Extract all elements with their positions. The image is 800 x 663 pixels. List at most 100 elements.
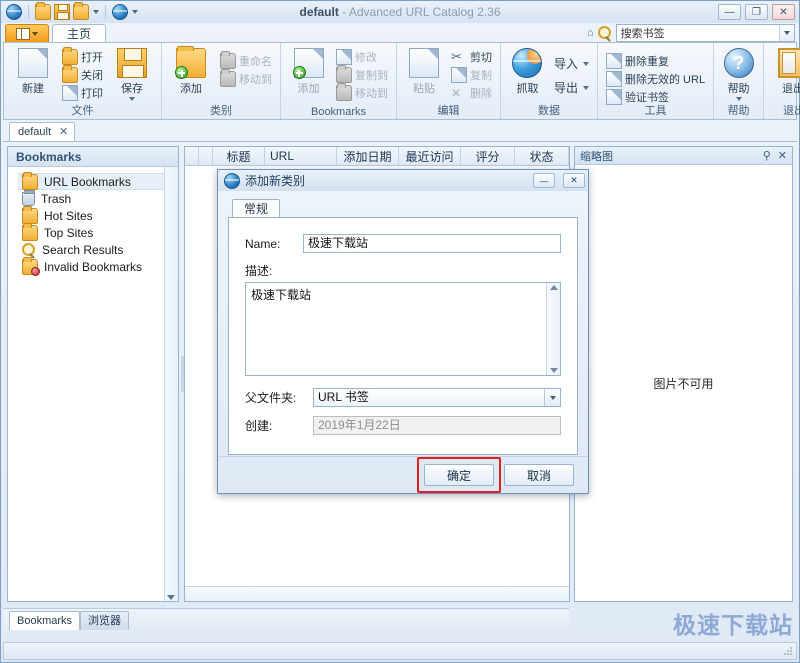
dialog-title: 添加新类别 — [245, 174, 306, 188]
parent-folder-dropdown-button[interactable] — [544, 389, 560, 406]
sidebar-item-url-bookmarks[interactable]: URL Bookmarks — [18, 171, 178, 190]
add-bookmark-button[interactable]: 添加 — [287, 46, 330, 96]
bookmarks-tree: URL Bookmarks Trash Hot Sites Top Sites … — [8, 167, 178, 276]
parent-folder-row: 父文件夹: URL 书签 — [245, 388, 561, 407]
add-category-label: 添加 — [180, 83, 202, 95]
close-button[interactable]: ✕ — [772, 4, 795, 20]
dialog-close-button[interactable]: ✕ — [563, 173, 585, 188]
list-column-headers: 标题 URL 添加日期 最近访问 评分 状态 — [185, 147, 569, 166]
bottom-tab-bookmarks[interactable]: Bookmarks — [9, 611, 81, 630]
copy-to-button[interactable]: 复制到 — [334, 64, 390, 83]
description-scrollbar[interactable] — [546, 283, 560, 375]
sidebar-item-label: Invalid Bookmarks — [44, 259, 143, 274]
globe-blue-icon[interactable] — [112, 4, 128, 20]
sidebar-item-invalid-bookmarks[interactable]: Invalid Bookmarks — [18, 256, 178, 276]
capture-label: 抓取 — [516, 83, 539, 95]
close-icon[interactable]: ✕ — [59, 123, 68, 141]
document-tab-default[interactable]: default ✕ — [9, 122, 76, 141]
window-title-app: - Advanced URL Catalog 2.36 — [338, 5, 501, 19]
rename-category-button[interactable]: 重命名 — [218, 50, 274, 69]
folder-icon — [22, 171, 38, 190]
remove-duplicates-button[interactable]: 删除重复 — [604, 52, 707, 69]
save-disk-icon[interactable] — [54, 4, 70, 20]
cut-button[interactable]: ✂ 剪切 — [449, 48, 494, 65]
name-input[interactable]: 极速下载站 — [303, 234, 561, 253]
bookmarks-panel-header: Bookmarks — [8, 147, 178, 167]
column-header-icon1[interactable] — [185, 147, 199, 165]
dialog-tab-general[interactable]: 常规 — [232, 199, 281, 218]
sidebar-item-hot-sites[interactable]: Hot Sites — [18, 205, 178, 224]
description-textarea[interactable]: 极速下载站 — [245, 282, 561, 376]
column-header-date-added[interactable]: 添加日期 — [337, 147, 399, 165]
pin-icon[interactable]: ⚲ — [763, 149, 771, 162]
close-icon[interactable]: ✕ — [778, 149, 787, 162]
minimize-button[interactable]: — — [718, 4, 741, 20]
sidebar-item-trash[interactable]: Trash — [18, 189, 178, 207]
print-button[interactable]: 打印 — [60, 84, 105, 101]
list-horizontal-scrollbar[interactable] — [185, 586, 569, 601]
copy-button[interactable]: 复制 — [449, 66, 494, 83]
remove-invalid-icon — [606, 70, 622, 87]
add-category-button[interactable]: 添加 — [168, 46, 214, 96]
application-menu-button[interactable] — [5, 24, 49, 43]
open-folder-icon[interactable] — [35, 2, 51, 20]
close-button-ribbon[interactable]: 关闭 — [60, 64, 105, 83]
key-icon[interactable] — [597, 26, 612, 40]
dialog-title-bar: 添加新类别 — ✕ — [218, 170, 588, 191]
new-button[interactable]: 新建 — [10, 46, 56, 96]
delete-button[interactable]: ✕ 删除 — [449, 84, 494, 101]
column-header-icon2[interactable] — [199, 147, 213, 165]
column-header-status[interactable]: 状态 — [515, 147, 569, 165]
bottom-tab-browser[interactable]: 浏览器 — [80, 611, 130, 630]
cancel-button[interactable]: 取消 — [504, 464, 574, 486]
parent-folder-select[interactable]: URL 书签 — [313, 388, 561, 407]
help-label: 帮助 — [727, 83, 750, 95]
chevron-down-icon — [583, 85, 589, 90]
bottom-tab-bar: Bookmarks 浏览器 — [3, 608, 569, 634]
chevron-down-icon[interactable] — [132, 10, 138, 14]
help-button[interactable]: ? 帮助 — [720, 46, 757, 101]
ribbon-group-edit-label: 编辑 — [437, 105, 460, 117]
ok-button[interactable]: 确定 — [424, 464, 494, 486]
move-bookmark-button[interactable]: 移动到 — [334, 82, 390, 101]
chevron-up-icon[interactable] — [549, 285, 558, 290]
copy-to-icon — [336, 64, 352, 83]
export-button[interactable]: 导出 — [552, 79, 591, 96]
sidebar-item-label: Trash — [41, 191, 72, 206]
remove-invalid-button[interactable]: 删除无效的 URL — [604, 70, 707, 87]
column-header-url[interactable]: URL — [265, 147, 337, 165]
chevron-down-icon — [32, 32, 38, 36]
add-folder-icon[interactable] — [73, 2, 89, 20]
divider — [28, 5, 29, 19]
tab-home[interactable]: 主页 — [52, 24, 107, 43]
maximize-button[interactable]: ❐ — [745, 4, 768, 20]
column-header-title[interactable]: 标题 — [213, 147, 265, 165]
column-header-last-visit[interactable]: 最近访问 — [399, 147, 461, 165]
capture-globe-icon — [512, 48, 543, 78]
import-button[interactable]: 导入 — [552, 55, 591, 72]
paste-button[interactable]: 粘贴 — [403, 46, 445, 96]
rename-label: 重命名 — [239, 55, 272, 68]
chevron-down-icon[interactable] — [549, 368, 558, 373]
capture-button[interactable]: 抓取 — [507, 46, 548, 96]
home-icon[interactable]: ⌂ — [587, 27, 594, 39]
search-dropdown-button[interactable] — [779, 25, 794, 41]
sidebar-scrollbar[interactable] — [164, 167, 178, 601]
open-button[interactable]: 打开 — [60, 46, 105, 65]
search-input[interactable]: 搜索书签 — [615, 24, 795, 42]
chevron-down-icon[interactable] — [167, 595, 175, 600]
save-button[interactable]: 保存 — [109, 46, 155, 101]
edit-bookmark-button[interactable]: 修改 — [334, 48, 390, 65]
created-row: 创建: 2019年1月22日 — [245, 416, 561, 435]
globe-icon[interactable] — [6, 4, 22, 20]
column-header-rating[interactable]: 评分 — [461, 147, 515, 165]
dialog-minimize-button[interactable]: — — [533, 173, 555, 188]
thumbnail-placeholder-text: 图片不可用 — [653, 376, 714, 391]
sidebar-item-search-results[interactable]: Search Results — [18, 241, 178, 258]
sidebar-item-top-sites[interactable]: Top Sites — [18, 222, 178, 241]
chevron-down-icon[interactable] — [93, 10, 99, 14]
move-category-button[interactable]: 移动到 — [218, 68, 274, 87]
resize-grip[interactable] — [783, 646, 793, 656]
sidebar-item-label: Top Sites — [44, 225, 94, 240]
exit-button[interactable]: 退出 — [770, 46, 800, 96]
